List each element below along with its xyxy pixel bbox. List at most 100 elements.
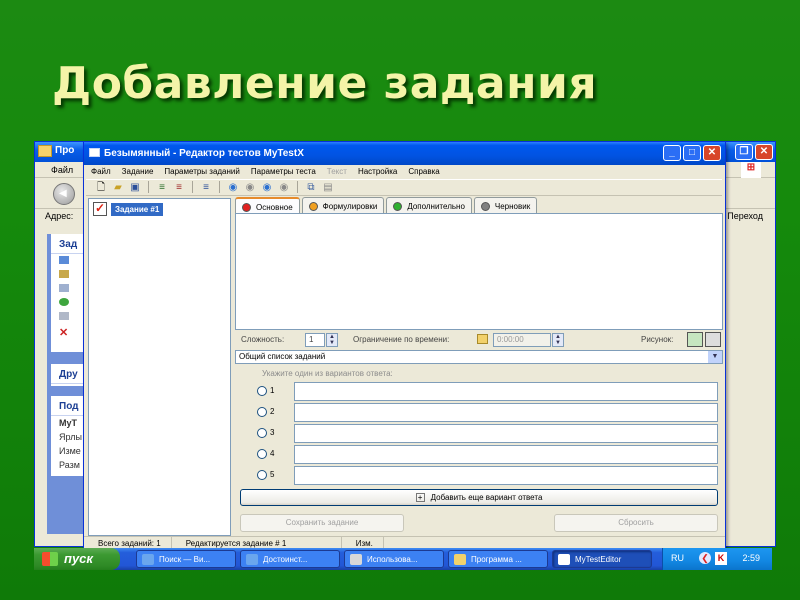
toolbar-separator xyxy=(297,181,298,193)
answer-input[interactable] xyxy=(294,466,718,485)
back-button[interactable] xyxy=(53,183,75,205)
answer-input[interactable] xyxy=(294,403,718,422)
question-text-editor[interactable] xyxy=(235,213,723,330)
mail-icon xyxy=(89,148,100,157)
answer-number: 2 xyxy=(270,407,275,416)
task-list-combo[interactable]: Общий список заданий ▼ xyxy=(235,350,723,364)
taskbar-task[interactable]: Программа ... xyxy=(448,550,548,568)
task-label: Использова... xyxy=(367,555,418,564)
reset-button[interactable]: Сбросить xyxy=(554,514,718,532)
nav-prev-icon[interactable]: ◉ xyxy=(277,181,291,194)
menu-settings[interactable]: Настройка xyxy=(358,167,397,179)
open-folder-icon[interactable]: ▰ xyxy=(111,181,125,194)
menu-text: Текст xyxy=(326,167,347,176)
network-icon[interactable]: ❮ xyxy=(699,552,711,564)
taskbar-task[interactable]: Использова... xyxy=(344,550,444,568)
answer-number: 3 xyxy=(270,428,275,437)
green-dot-icon xyxy=(393,202,403,211)
task-list-icon[interactable]: ≡ xyxy=(199,181,213,194)
background-window-title: Про xyxy=(55,145,75,156)
minimize-icon[interactable]: _ xyxy=(663,145,681,161)
time-limit-field: 0:00:00 xyxy=(493,333,551,347)
orange-dot-icon xyxy=(308,202,318,211)
toolbar: 🗋 ▰ ▣ ≡ ≡ ≡ ◉ ◉ ◉ ◉ ⧉ ▤ xyxy=(86,179,722,196)
start-button[interactable]: пуск xyxy=(34,548,120,570)
answer-input[interactable] xyxy=(294,382,718,401)
toolbar-separator xyxy=(148,181,149,193)
answer-row: 2 xyxy=(257,403,718,422)
difficulty-spinner[interactable]: ▲ ▼ xyxy=(326,333,338,347)
chevron-down-icon[interactable]: ▼ xyxy=(708,351,722,363)
delete-task-icon[interactable]: ≡ xyxy=(172,181,186,194)
taskbar-task[interactable]: Достоинст... xyxy=(240,550,340,568)
tree-item[interactable]: ✓ Задание #1 xyxy=(93,201,164,216)
editor-titlebar[interactable]: Безымянный - Редактор тестов MyTestX _ □… xyxy=(84,142,725,165)
taskbar-tasks: Поиск — Ви... Достоинст... Использова...… xyxy=(136,550,652,568)
menu-test-params[interactable]: Параметры теста xyxy=(251,167,316,179)
save-task-button[interactable]: Сохранить задание xyxy=(240,514,404,532)
task-list-combo-value: Общий список заданий xyxy=(239,352,326,361)
menu-file[interactable]: Файл xyxy=(91,167,111,179)
answer-radio[interactable] xyxy=(257,428,267,438)
menu-task-params[interactable]: Параметры заданий xyxy=(164,167,239,179)
new-file-icon[interactable]: 🗋 xyxy=(94,181,108,194)
antivirus-icon[interactable]: K xyxy=(715,552,727,565)
task-tree[interactable]: ✓ Задание #1 xyxy=(88,198,231,536)
editor-title: Безымянный - Редактор тестов MyTestX xyxy=(104,148,304,159)
answer-radio[interactable] xyxy=(257,386,267,396)
answer-number: 4 xyxy=(270,449,275,458)
answer-radio[interactable] xyxy=(257,449,267,459)
language-indicator[interactable]: RU xyxy=(671,553,684,563)
toolbar-separator xyxy=(219,181,220,193)
time-limit-label: Ограничение по времени: xyxy=(353,335,450,344)
paste-icon[interactable]: ▤ xyxy=(321,181,335,194)
windows-logo-icon: ⊞ xyxy=(741,162,761,178)
params-row: Сложность: 1 ▲ ▼ Ограничение по времени: … xyxy=(235,332,723,348)
answer-number: 5 xyxy=(270,470,275,479)
editor-window[interactable]: Безымянный - Редактор тестов MyTestX _ □… xyxy=(83,141,726,551)
time-limit-spinner: ▲ ▼ xyxy=(552,333,564,347)
add-picture-icon[interactable] xyxy=(687,332,703,347)
nav-up-icon[interactable]: ◉ xyxy=(226,181,240,194)
answer-radio[interactable] xyxy=(257,407,267,417)
system-tray: RU ❮ K 2:59 xyxy=(662,548,772,570)
task-label: Поиск — Ви... xyxy=(159,555,211,564)
copy-icon[interactable]: ⧉ xyxy=(304,181,318,194)
answer-radio[interactable] xyxy=(257,470,267,480)
remove-picture-icon[interactable] xyxy=(705,332,721,347)
tab-main[interactable]: Основное xyxy=(235,197,300,214)
close-icon[interactable]: ✕ xyxy=(703,145,721,161)
taskbar-task[interactable]: Поиск — Ви... xyxy=(136,550,236,568)
difficulty-field[interactable]: 1 xyxy=(305,333,325,347)
close-icon[interactable]: ✕ xyxy=(755,144,773,160)
goto-button[interactable]: Переход xyxy=(727,211,763,221)
tab-wordings[interactable]: Формулировки xyxy=(301,197,385,213)
menu-task[interactable]: Задание xyxy=(122,167,154,179)
picture-label: Рисунок: xyxy=(641,335,674,344)
add-answer-label: Добавить еще вариант ответа xyxy=(430,493,543,502)
checkmark-icon: ✓ xyxy=(93,201,107,216)
nav-next-icon[interactable]: ◉ xyxy=(260,181,274,194)
task-icon xyxy=(59,256,69,264)
answer-input[interactable] xyxy=(294,424,718,443)
tab-additional[interactable]: Дополнительно xyxy=(386,197,472,213)
restore-icon[interactable]: ❐ xyxy=(735,144,753,160)
answer-input[interactable] xyxy=(294,445,718,464)
menu-help[interactable]: Справка xyxy=(408,167,439,179)
time-checkbox-icon[interactable] xyxy=(477,334,488,344)
ie-icon xyxy=(142,554,154,565)
tab-draft[interactable]: Черновик xyxy=(473,197,538,213)
nav-down-icon[interactable]: ◉ xyxy=(243,181,257,194)
add-task-icon[interactable]: ≡ xyxy=(155,181,169,194)
plus-icon: + xyxy=(415,493,425,502)
answers-hint: Укажите один из вариантов ответа: xyxy=(262,369,393,378)
mail-icon xyxy=(59,312,69,320)
add-answer-button[interactable]: + Добавить еще вариант ответа xyxy=(240,489,718,506)
tab-label: Формулировки xyxy=(322,202,378,211)
gray-dot-icon xyxy=(480,202,490,211)
taskbar-task-active[interactable]: MyTestEditor xyxy=(552,550,652,568)
globe-icon xyxy=(59,298,69,306)
folder-icon xyxy=(59,270,69,278)
maximize-icon[interactable]: □ xyxy=(683,145,701,161)
save-icon[interactable]: ▣ xyxy=(128,181,142,194)
